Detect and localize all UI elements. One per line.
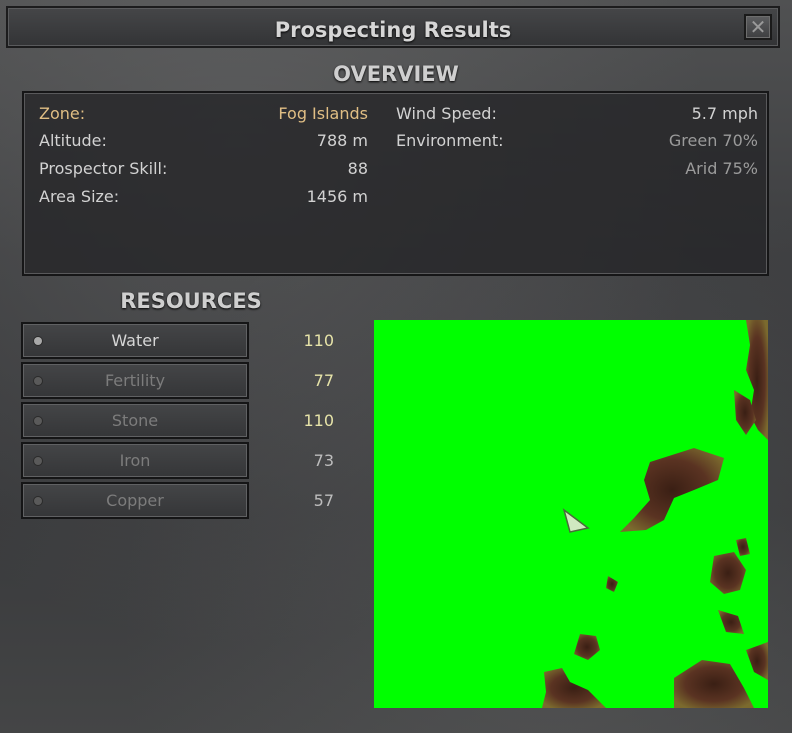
prospecting-window: Prospecting Results ✕ OVERVIEW Zone: Fog… — [0, 0, 792, 733]
resource-value-iron: 73 — [313, 451, 334, 470]
resource-label: Stone — [111, 411, 159, 430]
resource-label: Copper — [106, 491, 164, 510]
prospector-skill-label: Prospector Skill: — [39, 159, 168, 178]
wind-speed-label: Wind Speed: — [396, 104, 497, 123]
resource-button-iron[interactable]: Iron — [21, 442, 249, 479]
environment-arid-value: Arid 75% — [685, 159, 758, 178]
resource-button-copper[interactable]: Copper — [21, 482, 249, 519]
altitude-label: Altitude: — [39, 131, 107, 150]
resource-button-water[interactable]: Water — [21, 322, 249, 359]
resource-value-stone: 110 — [303, 411, 334, 430]
terrain-overlay — [542, 320, 768, 708]
resource-value-fertility: 77 — [313, 371, 334, 390]
overview-heading: OVERVIEW — [333, 62, 459, 86]
zone-label: Zone: — [39, 104, 86, 123]
window-title: Prospecting Results — [274, 18, 512, 42]
resource-button-stone[interactable]: Stone — [21, 402, 249, 439]
prospector-skill-value: 88 — [347, 159, 368, 178]
altitude-value: 788 m — [316, 131, 368, 150]
resource-map[interactable] — [374, 320, 768, 708]
overview-panel: Zone: Fog Islands Altitude: 788 m Prospe… — [22, 91, 769, 276]
resource-label: Iron — [119, 451, 151, 470]
triangle-marker-icon — [562, 508, 590, 533]
area-size-value: 1456 m — [306, 187, 368, 206]
resource-label: Water — [111, 331, 159, 350]
environment-label: Environment: — [396, 131, 504, 150]
area-size-label: Area Size: — [39, 187, 120, 206]
close-button[interactable]: ✕ — [744, 14, 772, 40]
resource-button-fertility[interactable]: Fertility — [21, 362, 249, 399]
title-bar: Prospecting Results ✕ — [6, 6, 780, 48]
zone-value: Fog Islands — [278, 104, 368, 123]
resources-heading: RESOURCES — [120, 289, 262, 313]
environment-green-value: Green 70% — [668, 131, 758, 150]
wind-speed-value: 5.7 mph — [691, 104, 758, 123]
resource-label: Fertility — [104, 371, 166, 390]
resource-value-copper: 57 — [313, 491, 334, 510]
resource-value-water: 110 — [303, 331, 334, 350]
close-icon: ✕ — [749, 15, 767, 39]
